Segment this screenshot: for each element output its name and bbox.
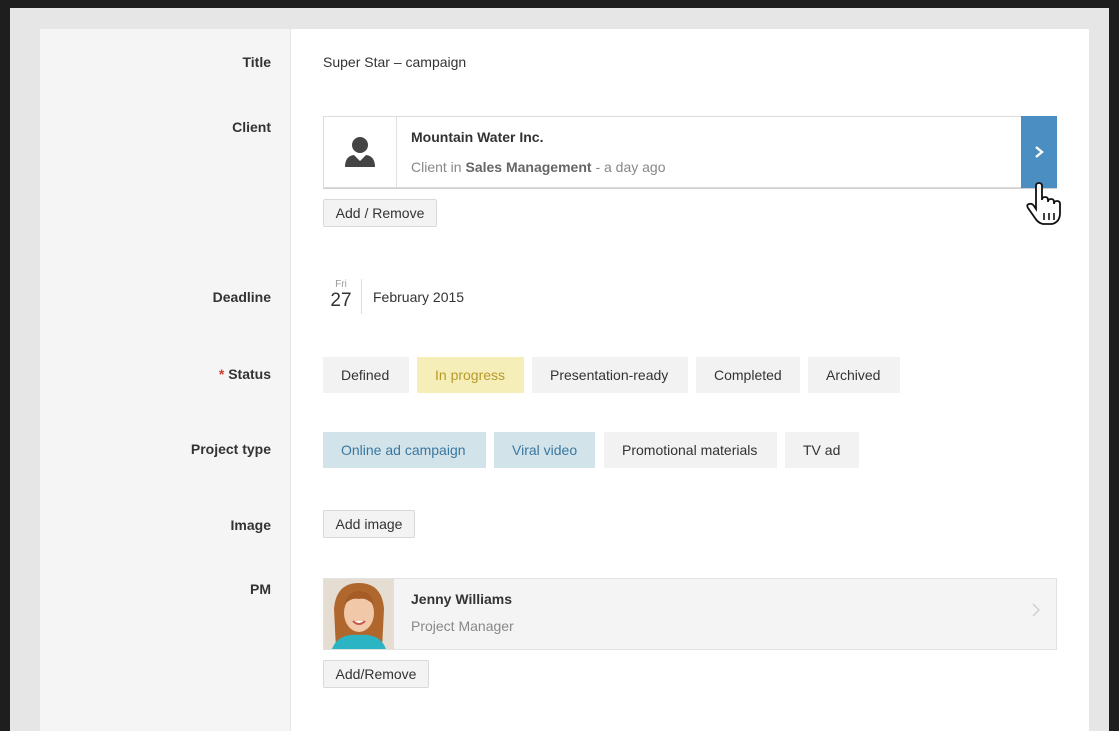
client-avatar xyxy=(324,117,397,187)
label-project-type: Project type xyxy=(190,441,271,457)
pm-name: Jenny Williams xyxy=(411,591,513,607)
chevron-right-icon xyxy=(1035,146,1044,159)
date-divider xyxy=(361,279,362,314)
status-option-archived[interactable]: Archived xyxy=(808,357,900,393)
label-column: Title Client Deadline * Status Project t… xyxy=(40,29,291,731)
label-title: Title xyxy=(242,54,271,70)
hand-pointer-icon xyxy=(1026,182,1061,225)
label-status-row: * Status xyxy=(39,366,290,382)
pm-photo-image xyxy=(324,579,394,649)
status-option-completed[interactable]: Completed xyxy=(696,357,800,393)
required-marker: * xyxy=(218,366,225,382)
add-image-button[interactable]: Add image xyxy=(323,510,415,538)
client-meta-prefix: Client in xyxy=(411,159,462,175)
client-open-button[interactable] xyxy=(1021,116,1057,188)
label-image: Image xyxy=(230,517,271,533)
client-meta: Client in Sales Management - a day ago xyxy=(411,159,666,175)
type-option-online-ad-campaign[interactable]: Online ad campaign xyxy=(323,432,486,468)
client-add-remove-button[interactable]: Add / Remove xyxy=(323,199,437,227)
deadline-day-of-week: Fri xyxy=(335,279,347,290)
deadline-date-badge[interactable]: Fri 27 xyxy=(329,279,353,312)
client-meta-group: Sales Management xyxy=(465,159,592,175)
pm-avatar xyxy=(324,579,394,649)
chevron-right-icon[interactable] xyxy=(1032,603,1041,622)
deadline-month-year[interactable]: February 2015 xyxy=(373,289,464,305)
status-option-defined[interactable]: Defined xyxy=(323,357,409,393)
status-option-presentation-ready[interactable]: Presentation-ready xyxy=(532,357,688,393)
deadline-day: 27 xyxy=(330,290,352,311)
type-option-promotional-materials[interactable]: Promotional materials xyxy=(604,432,777,468)
type-option-viral-video[interactable]: Viral video xyxy=(494,432,595,468)
type-option-tv-ad[interactable]: TV ad xyxy=(785,432,859,468)
label-deadline: Deadline xyxy=(212,289,271,305)
pm-card[interactable]: Jenny Williams Project Manager xyxy=(323,578,1057,650)
client-name: Mountain Water Inc. xyxy=(411,129,544,145)
pm-role: Project Manager xyxy=(411,618,514,634)
client-card[interactable]: Mountain Water Inc. Client in Sales Mana… xyxy=(323,116,1057,188)
label-pm: PM xyxy=(250,581,271,597)
title-value[interactable]: Super Star – campaign xyxy=(323,54,466,70)
client-meta-suffix: - a day ago xyxy=(595,159,666,175)
status-option-in-progress[interactable]: In progress xyxy=(417,357,524,393)
person-silhouette-icon xyxy=(345,137,375,167)
pm-add-remove-button[interactable]: Add/Remove xyxy=(323,660,429,688)
label-client: Client xyxy=(232,119,271,135)
label-status: Status xyxy=(228,366,271,382)
